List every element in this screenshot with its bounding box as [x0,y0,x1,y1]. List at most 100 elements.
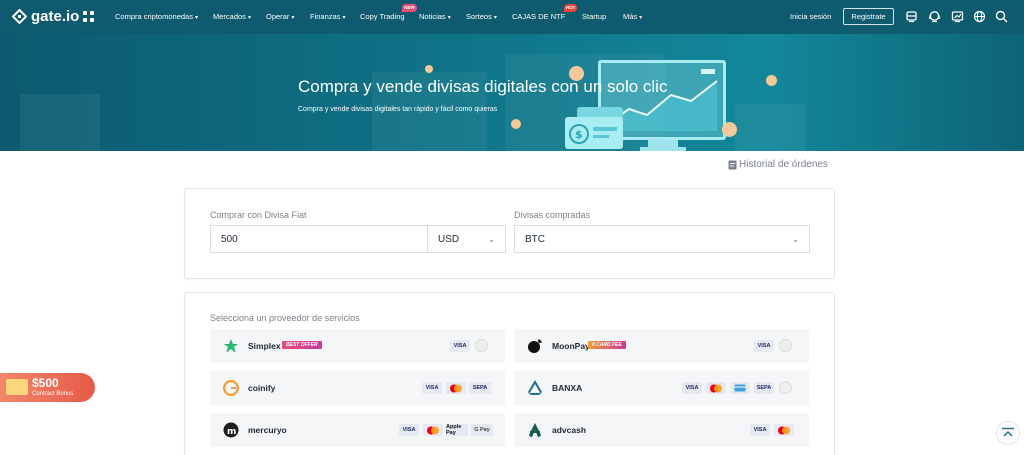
provider-moonpay[interactable]: MoonPay 0 CARD FEE VISA [514,329,809,363]
new-badge: NEW [402,4,417,12]
provider-name: advcash [552,425,587,435]
document-icon [728,160,737,169]
mercuryo-logo-icon: m [223,422,239,438]
nav-finance[interactable]: Finanzas ▾ [310,12,345,21]
gift-icon [6,379,28,395]
chevron-down-icon: ⌄ [488,235,495,244]
login-link[interactable]: Inicia sesión [790,12,831,21]
provider-advcash[interactable]: advcash VISA [514,413,809,447]
nav-news[interactable]: Noticias ▾ [419,12,451,21]
hero-title: Compra y vende divisas digitales con un … [298,77,668,96]
buy-form-panel: Comprar con Divisa Fiat 500 USD ⌄ Divisa… [184,188,835,279]
top-navigation: gate.io Compra criptomonedas ▾ Mercados ▾ … [0,0,1024,34]
visa-icon: VISA [399,424,419,436]
hero-banner: $ Compra y vende divisas digitales con u… [0,34,1024,151]
nav-item-label: Sorteos [466,12,492,21]
provider-mercuryo[interactable]: m mercuryo VISA Apple Pay G Pay [210,413,505,447]
decor-dot [766,75,777,86]
decor-dot [722,122,737,137]
chevron-down-icon: ⌄ [792,235,799,244]
sepa-icon: SEPA [754,382,774,394]
decor-dot [511,119,521,129]
fiat-label: Comprar con Divisa Fiat [210,210,307,220]
nav-giveaways[interactable]: Sorteos ▾ [466,12,497,21]
download-icon[interactable] [905,10,918,23]
nav-buy-crypto[interactable]: Compra criptomonedas ▾ [115,12,198,21]
bonus-amount: $500 [32,376,59,390]
visa-icon: VISA [754,340,774,352]
order-history-label: Historial de órdenes [739,159,828,170]
monitor-base [640,147,686,151]
nav-markets[interactable]: Mercados ▾ [213,12,251,21]
nav-startup[interactable]: Startup [582,12,606,21]
nav-item-label: Compra criptomonedas [115,12,193,21]
back-to-top-button[interactable] [996,421,1020,445]
google-pay-icon: G Pay [471,424,493,436]
provider-radio[interactable] [779,339,792,352]
contract-bonus-widget[interactable]: $500 Contract Bonus [0,373,95,402]
apps-grid-icon[interactable] [83,11,94,22]
banxa-logo-icon [527,380,543,395]
provider-name: MoonPay [552,341,590,351]
hero-subtitle: Compra y vende divisas digitales tan ráp… [298,106,498,113]
providers-panel: Selecciona un proveedor de servicios Sim… [184,292,835,455]
nav-trade[interactable]: Operar ▾ [266,12,294,21]
provider-banxa[interactable]: BANXA VISA SEPA [514,371,809,405]
visa-icon: VISA [750,424,770,436]
order-history-link[interactable]: Historial de órdenes [728,159,828,170]
chevron-down-icon: ▾ [194,15,198,21]
arrow-up-icon [1002,427,1014,437]
chevron-down-icon: ▾ [447,15,451,21]
moonpay-logo-icon [528,339,542,353]
mastercard-icon [774,424,794,436]
globe-icon[interactable] [973,10,986,23]
nav-nft-boxes[interactable]: CAJAS DE NTF HOT [512,4,578,21]
provider-coinify[interactable]: coinify VISA SEPA [210,371,505,405]
chevron-down-icon: ▾ [493,15,497,21]
provider-radio[interactable] [779,381,792,394]
nav-item-label: Finanzas [310,12,341,21]
nav-more[interactable]: Más ▾ [623,12,642,21]
register-button[interactable]: Registrate [843,8,894,25]
visa-icon: VISA [682,382,702,394]
hero-bg-shape [20,94,100,151]
dollar-coin-icon: $ [569,124,617,144]
crypto-currency-value: BTC [525,233,545,245]
mastercard-icon [706,382,726,394]
chevron-down-icon: ▾ [639,15,643,21]
nav-item-label: CAJAS DE NTF [512,12,566,21]
fiat-currency-value: USD [438,233,460,245]
provider-radio[interactable] [475,339,488,352]
gate-logo-icon [12,9,27,24]
fiat-currency-select[interactable]: USD ⌄ [427,225,506,253]
coinify-logo-icon [223,380,239,396]
crypto-label: Divisas compradas [514,210,591,220]
best-offer-badge: BEST OFFER [282,341,322,349]
provider-name: Simplex [248,341,281,351]
nav-item-label: Operar [266,12,290,21]
support-icon[interactable] [928,10,941,23]
fiat-amount-input[interactable]: 500 [210,225,428,253]
provider-simplex[interactable]: Simplex BEST OFFER VISA [210,329,505,363]
provider-name: BANXA [552,383,583,393]
gate-logo[interactable]: gate.io [12,8,79,25]
chart-icon[interactable] [951,10,964,23]
visa-icon: VISA [450,340,470,352]
nav-copy-trading[interactable]: Copy Trading NEW [360,4,417,21]
logo-text: gate.io [31,8,80,25]
nav-item-label: Copy Trading [360,12,405,21]
nav-item-label: Más [623,12,638,21]
hot-badge: HOT [563,4,578,12]
nav-item-label: Mercados [213,12,246,21]
search-icon[interactable] [995,10,1008,23]
visa-icon: VISA [422,382,442,394]
zero-card-fee-badge: 0 CARD FEE [588,341,626,349]
nav-item-label: Startup [582,12,607,21]
mastercard-icon [446,382,466,394]
card-icon [730,382,750,394]
chevron-down-icon: ▾ [291,15,295,21]
svg-text:$: $ [575,128,583,141]
crypto-currency-select[interactable]: BTC ⌄ [514,225,810,253]
providers-section-label: Selecciona un proveedor de servicios [210,313,360,323]
chevron-down-icon: ▾ [342,15,346,21]
